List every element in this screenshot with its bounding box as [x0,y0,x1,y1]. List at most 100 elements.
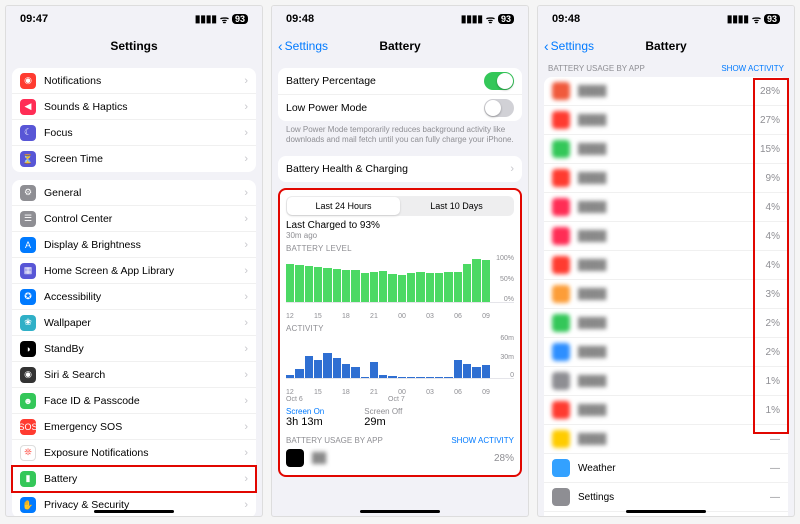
settings-row[interactable]: ▦Home Screen & App Library› [12,258,256,284]
app-usage-row[interactable]: ████2% [544,338,788,367]
battery-health-row[interactable]: Battery Health & Charging › [278,156,522,182]
battery-bar [361,273,369,302]
app-usage-row[interactable]: ████1% [544,396,788,425]
settings-row[interactable]: ❀Wallpaper› [12,310,256,336]
status-time: 09:48 [286,13,314,25]
settings-icon: A [20,237,36,253]
lpm-toggle[interactable] [484,99,514,117]
battery-bar [388,274,396,302]
activity-bar [323,353,331,379]
back-button[interactable]: ‹ Settings [278,38,328,54]
settings-icon: ◑ [20,341,36,357]
app-usage-row[interactable]: Settings— [544,483,788,512]
app-usage-row[interactable]: ████15% [544,135,788,164]
back-button[interactable]: ‹ Settings [544,38,594,54]
home-indicator[interactable] [626,510,706,513]
settings-icon: ✪ [20,289,36,305]
settings-label: Battery [44,473,244,485]
app-icon [552,169,570,187]
app-usage-row[interactable]: ████4% [544,193,788,222]
app-name: ████ [578,434,752,445]
chevron-right-icon: › [244,213,248,225]
usage-content[interactable]: BATTERY USAGE BY APP SHOW ACTIVITY ████2… [538,60,794,516]
settings-row[interactable]: ADisplay & Brightness› [12,232,256,258]
activity-bar [286,375,294,379]
settings-row[interactable]: ◉Notifications› [12,68,256,94]
app-usage-row[interactable]: ████4% [544,222,788,251]
activity-bar [305,356,313,378]
chevron-right-icon: › [244,75,248,87]
app-pct: 28% [752,86,780,97]
settings-row[interactable]: ❊Exposure Notifications› [12,440,256,466]
settings-row[interactable]: ☰Control Center› [12,206,256,232]
yl-0: 0% [490,296,514,303]
chart-section: Last 24 Hours Last 10 Days Last Charged … [278,188,522,477]
usage-by-app-label: BATTERY USAGE BY APP [548,64,645,73]
activity-bar [398,377,406,378]
status-right: ▮▮▮▮ ᯤ 93 [195,12,248,26]
app-name: Weather [578,463,752,474]
date-oct7: Oct 7 [388,396,490,403]
battery-percentage-row[interactable]: Battery Percentage [278,68,522,95]
app-usage-row[interactable]: ████2% [544,309,788,338]
app-usage-row[interactable]: ████28% [544,77,788,106]
time-range-segmented[interactable]: Last 24 Hours Last 10 Days [286,196,514,216]
activity-title: ACTIVITY [286,324,514,333]
settings-row[interactable]: ⚙General› [12,180,256,206]
home-indicator[interactable] [94,510,174,513]
usage-first-app[interactable]: ██ 28% [286,445,514,471]
app-usage-row[interactable]: ████3% [544,280,788,309]
app-usage-row[interactable]: ████1% [544,367,788,396]
activity-x-labels: 1215182100030609 [286,389,514,396]
settings-row[interactable]: ☾Focus› [12,120,256,146]
settings-row[interactable]: SOSEmergency SOS› [12,414,256,440]
show-activity-button[interactable]: SHOW ACTIVITY [451,436,514,445]
settings-content[interactable]: ◉Notifications›◀Sounds & Haptics›☾Focus›… [6,60,262,516]
app-name: ████ [578,231,752,242]
settings-row[interactable]: ▮Battery› [12,466,256,492]
nav-header: ‹ Settings Battery [272,32,528,60]
x-axis-labels: 1215182100030609 [286,313,514,320]
battery-bar [305,266,313,302]
activity-bar [444,377,452,378]
app-usage-row[interactable]: ████— [544,425,788,454]
app-name: ████ [578,260,752,271]
app-usage-row[interactable]: ████9% [544,164,788,193]
app-name: ████ [578,405,752,416]
settings-row[interactable]: ☻Face ID & Passcode› [12,388,256,414]
activity-bar [472,367,480,378]
settings-icon: ▦ [20,263,36,279]
battery-bar [379,271,387,302]
app-pct: 3% [752,289,780,300]
settings-row[interactable]: ⏳Screen Time› [12,146,256,172]
activity-bar [342,364,350,379]
show-activity-button[interactable]: SHOW ACTIVITY [721,64,784,73]
settings-icon: ❀ [20,315,36,331]
settings-row[interactable]: ◀Sounds & Haptics› [12,94,256,120]
battery-content[interactable]: Battery Percentage Low Power Mode Low Po… [272,60,528,516]
settings-row[interactable]: ◉Siri & Search› [12,362,256,388]
battery-bar [286,264,294,302]
home-indicator[interactable] [360,510,440,513]
app-pct: 2% [752,347,780,358]
app-usage-row[interactable]: Weather— [544,454,788,483]
settings-row[interactable]: ✪Accessibility› [12,284,256,310]
app-usage-row[interactable]: ████4% [544,251,788,280]
app-name: ████ [578,115,752,126]
app-name: ████ [578,202,752,213]
screen-on-label: Screen On [286,407,324,416]
activity-bar [426,377,434,378]
seg-24h[interactable]: Last 24 Hours [287,197,400,215]
chevron-right-icon: › [244,101,248,113]
low-power-row[interactable]: Low Power Mode [278,95,522,121]
settings-icon: ▮ [20,471,36,487]
chevron-right-icon: › [244,447,248,459]
app-usage-row[interactable]: ████27% [544,106,788,135]
battery-level-chart: 100% 50% 0% [286,255,514,311]
app-name: ████ [578,86,752,97]
battery-bar [314,267,322,303]
app-pct: 15% [752,144,780,155]
seg-10d[interactable]: Last 10 Days [400,197,513,215]
bp-toggle[interactable] [484,72,514,90]
settings-row[interactable]: ◑StandBy› [12,336,256,362]
